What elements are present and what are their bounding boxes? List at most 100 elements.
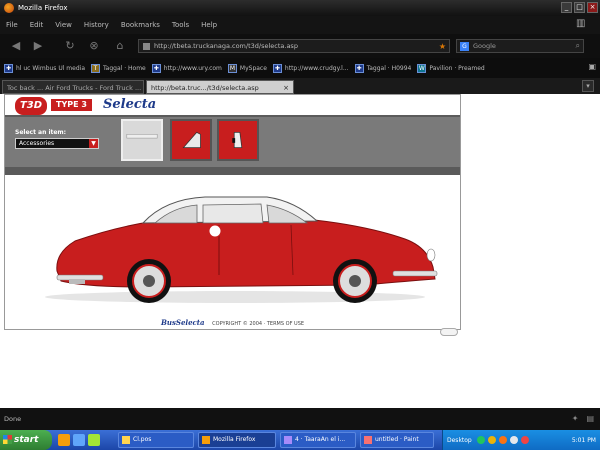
site-footer: BusSelecta COPYRIGHT © 2004 · TERMS OF U… (5, 318, 460, 329)
resize-grip[interactable] (440, 328, 458, 336)
desktop-launch-icon[interactable] (88, 434, 100, 446)
menu-bar: File Edit View History Bookmarks Tools H… (0, 16, 600, 34)
bookmark-item[interactable]: T Taggal · Home (91, 63, 146, 73)
accessory-thumb-1[interactable] (121, 119, 163, 161)
minimize-button[interactable]: _ (561, 2, 572, 13)
accessory-thumb-2[interactable] (170, 119, 212, 161)
ie-launch-icon[interactable] (73, 434, 85, 446)
forward-arrow-icon[interactable]: ▶ (30, 39, 46, 53)
window-title: Mozilla Firefox (18, 4, 68, 12)
accessory-thumb-3[interactable] (217, 119, 259, 161)
update-icon[interactable] (498, 436, 507, 444)
menu-help[interactable]: Help (201, 21, 217, 29)
bookmark-icon: M (227, 63, 237, 73)
menu-bookmarks[interactable]: Bookmarks (121, 21, 160, 29)
bookmark-icon: ✚ (272, 63, 282, 73)
windows-logo-icon (3, 435, 12, 444)
navigation-toolbar: ◀ ▶ ↻ ⊗ ⌂ http://tbeta.truckanaga.com/t3… (0, 34, 600, 58)
folder-icon (122, 436, 130, 444)
addon-icon[interactable]: ▤ (586, 414, 594, 423)
security-tray-icon[interactable] (487, 436, 496, 444)
antivirus-icon[interactable] (520, 436, 529, 444)
site-header: T3D TYPE 3 Selecta (5, 95, 460, 115)
select-label: Select an item: (15, 129, 67, 136)
clock: 5:01 PM (571, 436, 596, 444)
home-icon[interactable]: ⌂ (112, 39, 128, 53)
firefox-launch-icon[interactable] (58, 434, 70, 446)
back-arrow-icon[interactable]: ◀ (8, 39, 24, 53)
menu-history[interactable]: History (84, 21, 109, 29)
url-bar[interactable]: http://tbeta.truckanaga.com/t3d/selecta.… (138, 39, 450, 53)
desktop-toolbar[interactable]: Desktop (447, 437, 472, 444)
status-bar: Done ✦ ▤ (0, 408, 600, 430)
bookmark-item[interactable]: ✚ http://www.crudgy.l... (272, 63, 349, 73)
google-icon: G (460, 41, 469, 51)
url-text: http://tbeta.truckanaga.com/t3d/selecta.… (154, 42, 298, 50)
rear-wheel (127, 259, 171, 303)
bookmark-item[interactable]: ✚ hl uc Wimbus Ul media (4, 63, 85, 73)
app-icon (284, 436, 292, 444)
taskbar-item[interactable]: Cl.pos (118, 432, 194, 448)
bookmark-icon: ✚ (354, 63, 364, 73)
reload-icon[interactable]: ↻ (62, 39, 78, 53)
tab-bar: Toc back ... Air Ford Trucks - Ford Truc… (0, 78, 600, 94)
taskbar-item[interactable]: Mozilla Firefox (198, 432, 276, 448)
selecta-app: T3D TYPE 3 Selecta Select an item: Acces… (4, 94, 461, 330)
car-preview (5, 175, 460, 315)
status-text: Done (4, 415, 22, 423)
stop-icon[interactable]: ⊗ (86, 39, 102, 53)
menu-file[interactable]: File (6, 21, 18, 29)
volume-icon[interactable] (509, 436, 518, 444)
close-tab-icon[interactable]: × (283, 81, 289, 93)
page-favicon-icon (143, 42, 150, 50)
menu-edit[interactable]: Edit (30, 21, 44, 29)
window-controls: _ □ × (561, 2, 598, 13)
tab-selecta[interactable]: http://beta.truc.../t3d/selecta.asp × (146, 80, 294, 94)
category-select[interactable]: Accessories ▼ (15, 138, 99, 149)
tab-ford-trucks[interactable]: Toc back ... Air Ford Trucks - Ford Truc… (2, 80, 144, 94)
search-placeholder: Google (473, 42, 496, 50)
bookmarks-toolbar: ✚ hl uc Wimbus Ul media T Taggal · Home ✚ h… (0, 58, 600, 78)
busselecta-logo: BusSelecta (160, 318, 205, 327)
copyright-text: COPYRIGHT © 2004 · TERMS OF USE (212, 321, 305, 327)
title-bar: Mozilla Firefox _ □ × (0, 0, 600, 16)
firefox-icon (202, 436, 210, 444)
selector-panel: Select an item: Accessories ▼ (5, 115, 460, 167)
bookmarks-overflow-icon[interactable]: ▣ (588, 62, 596, 71)
panel-divider (5, 167, 460, 175)
search-box[interactable]: G Google ⌕ (456, 39, 584, 53)
close-button[interactable]: × (587, 2, 598, 13)
bookmark-item[interactable]: W Pavilion · Preamed (417, 63, 485, 73)
bookmark-icon: ✚ (151, 63, 161, 73)
front-wheel (333, 259, 377, 303)
bookmark-star-icon[interactable]: ★ (439, 42, 446, 51)
bookmark-icon: ✚ (4, 63, 13, 73)
menu-tools[interactable]: Tools (172, 21, 189, 29)
firefox-icon (4, 3, 14, 13)
selecta-logo: Selecta (103, 97, 157, 112)
type3-logo: TYPE 3 (51, 99, 92, 111)
start-button[interactable]: start (0, 430, 52, 450)
maximize-button[interactable]: □ (574, 2, 585, 13)
bookmark-item[interactable]: M MySpace (227, 63, 267, 73)
network-icon[interactable] (476, 436, 485, 444)
system-tray: Desktop 5:01 PM (442, 430, 600, 450)
bookmark-icon: T (91, 63, 100, 73)
dropdown-arrow-icon[interactable]: ▼ (89, 139, 98, 148)
car-image (45, 196, 438, 303)
bookmark-item[interactable]: ✚ Taggal · H0994 (354, 63, 411, 73)
menu-view[interactable]: View (55, 21, 72, 29)
taskbar: start Cl.pos Mozilla Firefox 4 · TaaraAn… (0, 430, 600, 450)
quick-launch (58, 434, 100, 446)
tab-list-icon[interactable]: ▾ (582, 80, 594, 92)
taskbar-item[interactable]: 4 · TaaraAn el i... (280, 432, 356, 448)
security-icon[interactable]: ✦ (572, 414, 579, 423)
bookmark-item[interactable]: ✚ http://www.ury.com (151, 63, 222, 73)
search-icon[interactable]: ⌕ (576, 41, 580, 51)
bookmark-icon: W (417, 63, 427, 73)
throbber-icon: ▥ (576, 18, 586, 29)
page-content: T3D TYPE 3 Selecta Select an item: Acces… (0, 94, 600, 408)
side-mirror-icon (232, 132, 243, 148)
taskbar-item[interactable]: untitled · Paint (360, 432, 434, 448)
paint-icon (364, 436, 372, 444)
